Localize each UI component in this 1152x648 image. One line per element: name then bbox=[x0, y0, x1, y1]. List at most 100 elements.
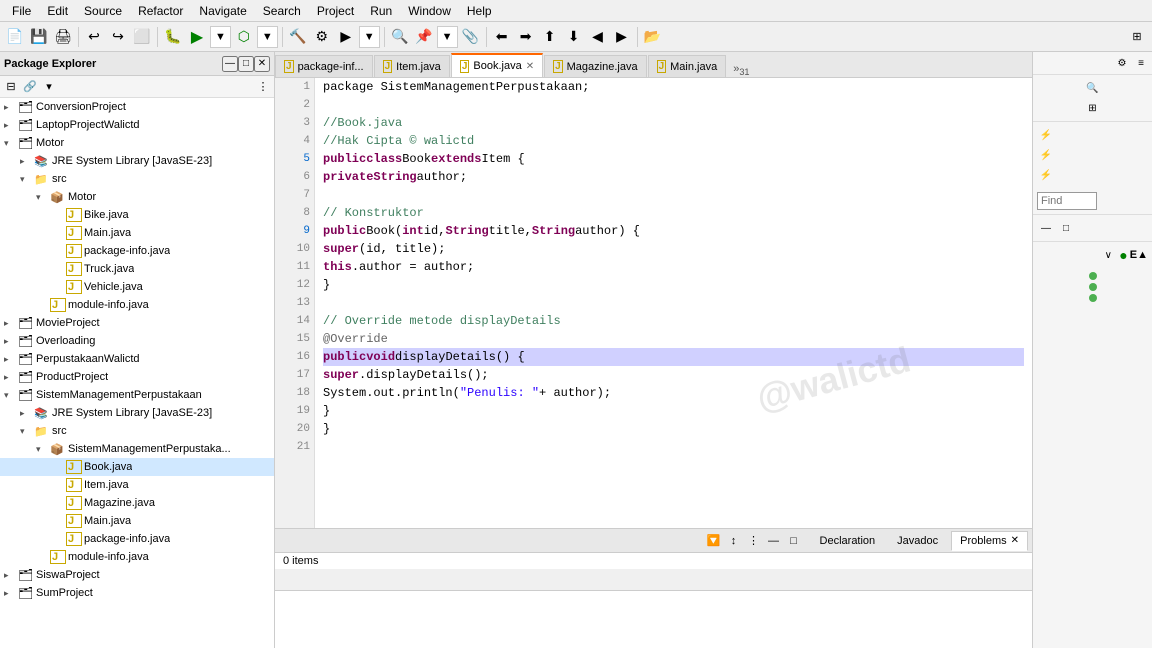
tree-item-sistem-pkg[interactable]: ▾📦SistemManagementPerpustaka... bbox=[0, 440, 274, 458]
tree-expand-arrow[interactable]: ▸ bbox=[4, 102, 18, 113]
tree-item-modinfo-sistem[interactable]: Jmodule-info.java bbox=[0, 548, 274, 566]
tree-item-magazine[interactable]: JMagazine.java bbox=[0, 494, 274, 512]
bottom-tab-javadoc[interactable]: Javadoc bbox=[888, 531, 947, 551]
rp-btn1[interactable]: 🔍 bbox=[1084, 79, 1102, 97]
pe-view-menu[interactable]: ⋮ bbox=[254, 78, 272, 96]
tree-item-src-sistem[interactable]: ▾📁src bbox=[0, 422, 274, 440]
tb-test-dropdown[interactable]: ▼ bbox=[257, 26, 278, 48]
menu-project[interactable]: Project bbox=[309, 2, 362, 20]
tb-ref2[interactable]: 📎 bbox=[460, 26, 482, 48]
tab-close-book[interactable]: ✕ bbox=[526, 61, 534, 72]
tree-expand-arrow[interactable]: ▸ bbox=[4, 354, 18, 365]
tb-ref1[interactable]: 📌 bbox=[413, 26, 435, 48]
code-line-14[interactable]: // Override metode displayDetails bbox=[323, 312, 1024, 330]
tree-expand-arrow[interactable]: ▸ bbox=[4, 570, 18, 581]
tb-up[interactable]: ⬆ bbox=[539, 26, 561, 48]
rp-expand[interactable]: □ bbox=[1057, 219, 1075, 237]
tree-item-conversion[interactable]: ▸🗂ConversionProject bbox=[0, 98, 274, 116]
tb-next[interactable]: ⬅ bbox=[491, 26, 513, 48]
pe-link-editor[interactable]: 🔗 bbox=[21, 78, 39, 96]
menu-window[interactable]: Window bbox=[400, 2, 459, 20]
tree-item-vehicle[interactable]: JVehicle.java bbox=[0, 278, 274, 296]
bottom-minimize[interactable]: — bbox=[765, 532, 783, 550]
tb-run-dropdown[interactable]: ▼ bbox=[210, 26, 231, 48]
bottom-filter[interactable]: 🔽 bbox=[705, 532, 723, 550]
code-line-19[interactable]: } bbox=[323, 402, 1024, 420]
code-line-1[interactable]: package SistemManagementPerpustakaan; bbox=[323, 78, 1024, 96]
tree-item-motor[interactable]: ▾🗂Motor bbox=[0, 134, 274, 152]
tb-redo[interactable]: ↪ bbox=[107, 26, 129, 48]
tree-item-overloading[interactable]: ▸🗂Overloading bbox=[0, 332, 274, 350]
tb-build-dropdown[interactable]: ▼ bbox=[359, 26, 380, 48]
tree-collapse-arrow[interactable]: ▾ bbox=[4, 390, 18, 401]
tb-open[interactable]: 📂 bbox=[642, 26, 664, 48]
code-line-13[interactable] bbox=[323, 294, 1024, 312]
tab-magazine[interactable]: JMagazine.java bbox=[544, 55, 647, 77]
pe-maximize[interactable]: □ bbox=[238, 56, 254, 72]
tb-down[interactable]: ⬇ bbox=[563, 26, 585, 48]
tree-item-product[interactable]: ▸🗂ProductProject bbox=[0, 368, 274, 386]
tree-collapse-arrow[interactable]: ▾ bbox=[36, 192, 50, 203]
code-line-18[interactable]: System.out.println("Penulis: " + author)… bbox=[323, 384, 1024, 402]
code-line-21[interactable] bbox=[323, 438, 1024, 456]
code-line-9[interactable]: public Book(int id, String title, String… bbox=[323, 222, 1024, 240]
menu-help[interactable]: Help bbox=[459, 2, 500, 20]
tree-item-main-motor[interactable]: JMain.java bbox=[0, 224, 274, 242]
pe-close[interactable]: ✕ bbox=[254, 56, 270, 72]
code-line-12[interactable]: } bbox=[323, 276, 1024, 294]
tb-print[interactable]: 🖨 bbox=[52, 26, 74, 48]
code-line-16[interactable]: public void displayDetails() { bbox=[323, 348, 1024, 366]
tree-item-pkginfo-motor[interactable]: Jpackage-info.java bbox=[0, 242, 274, 260]
bottom-sort[interactable]: ↕ bbox=[725, 532, 743, 550]
code-line-20[interactable]: } bbox=[323, 420, 1024, 438]
tree-item-jre-sistem[interactable]: ▸📚JRE System Library [JavaSE-23] bbox=[0, 404, 274, 422]
tb-save[interactable]: 💾 bbox=[28, 26, 50, 48]
find-input[interactable] bbox=[1037, 192, 1097, 210]
tree-item-truck[interactable]: JTruck.java bbox=[0, 260, 274, 278]
tree-expand-arrow[interactable]: ▸ bbox=[4, 120, 18, 131]
tb-build[interactable]: 🔨 bbox=[287, 26, 309, 48]
rp-btn3[interactable]: ⚡ bbox=[1037, 126, 1055, 144]
tree-item-movie[interactable]: ▸🗂MovieProject bbox=[0, 314, 274, 332]
menu-search[interactable]: Search bbox=[255, 2, 309, 20]
bottom-tab-problems[interactable]: Problems✕ bbox=[951, 531, 1028, 551]
menu-run[interactable]: Run bbox=[362, 2, 400, 20]
code-line-15[interactable]: @Override bbox=[323, 330, 1024, 348]
tree-item-sistem[interactable]: ▾🗂SistemManagementPerpustakaan bbox=[0, 386, 274, 404]
code-line-6[interactable]: private String author; bbox=[323, 168, 1024, 186]
code-line-17[interactable]: super.displayDetails(); bbox=[323, 366, 1024, 384]
pe-minimize[interactable]: — bbox=[222, 56, 238, 72]
menu-file[interactable]: File bbox=[4, 2, 39, 20]
tree-item-src-motor[interactable]: ▾📁src bbox=[0, 170, 274, 188]
pe-menu[interactable]: ▾ bbox=[40, 78, 58, 96]
tree-item-perp[interactable]: ▸🗂PerpustakaanWalictd bbox=[0, 350, 274, 368]
rp-menu[interactable]: ≡ bbox=[1132, 54, 1150, 72]
tree-collapse-arrow[interactable]: ▾ bbox=[4, 138, 18, 149]
code-line-5[interactable]: public class Book extends Item { bbox=[323, 150, 1024, 168]
code-editor[interactable]: 123456789101112131415161718192021 packag… bbox=[275, 78, 1032, 528]
rp-btn4[interactable]: ⚡ bbox=[1037, 146, 1055, 164]
rp-gear[interactable]: ⚙ bbox=[1113, 54, 1131, 72]
tb-build2[interactable]: ⚙ bbox=[311, 26, 333, 48]
code-line-3[interactable]: //Book.java bbox=[323, 114, 1024, 132]
tb-clean[interactable]: ▶ bbox=[335, 26, 357, 48]
tb-nav[interactable]: ⬜ bbox=[131, 26, 153, 48]
tree-expand-arrow[interactable]: ▸ bbox=[20, 408, 34, 419]
tree-collapse-arrow[interactable]: ▾ bbox=[20, 174, 34, 185]
tab-item[interactable]: JItem.java bbox=[374, 55, 450, 77]
tree-item-jre-motor[interactable]: ▸📚JRE System Library [JavaSE-23] bbox=[0, 152, 274, 170]
rp-btn2[interactable]: ⊞ bbox=[1084, 99, 1102, 117]
tb-debug[interactable]: 🐛 bbox=[162, 26, 184, 48]
tree-expand-arrow[interactable]: ▸ bbox=[4, 372, 18, 383]
code-content[interactable]: package SistemManagementPerpustakaan; //B… bbox=[315, 78, 1032, 528]
tree-item-main-sistem[interactable]: JMain.java bbox=[0, 512, 274, 530]
tree-item-motor-pkg[interactable]: ▾📦Motor bbox=[0, 188, 274, 206]
rp-btn5[interactable]: ⚡ bbox=[1037, 166, 1055, 184]
tb-new[interactable]: 📄 bbox=[4, 26, 26, 48]
menu-edit[interactable]: Edit bbox=[39, 2, 76, 20]
tab-overflow[interactable]: »31 bbox=[727, 63, 755, 77]
tree-item-item[interactable]: JItem.java bbox=[0, 476, 274, 494]
tb-run[interactable]: ▶ bbox=[186, 26, 208, 48]
tb-search[interactable]: 🔍 bbox=[389, 26, 411, 48]
pe-collapse-all[interactable]: ⊟ bbox=[2, 78, 20, 96]
